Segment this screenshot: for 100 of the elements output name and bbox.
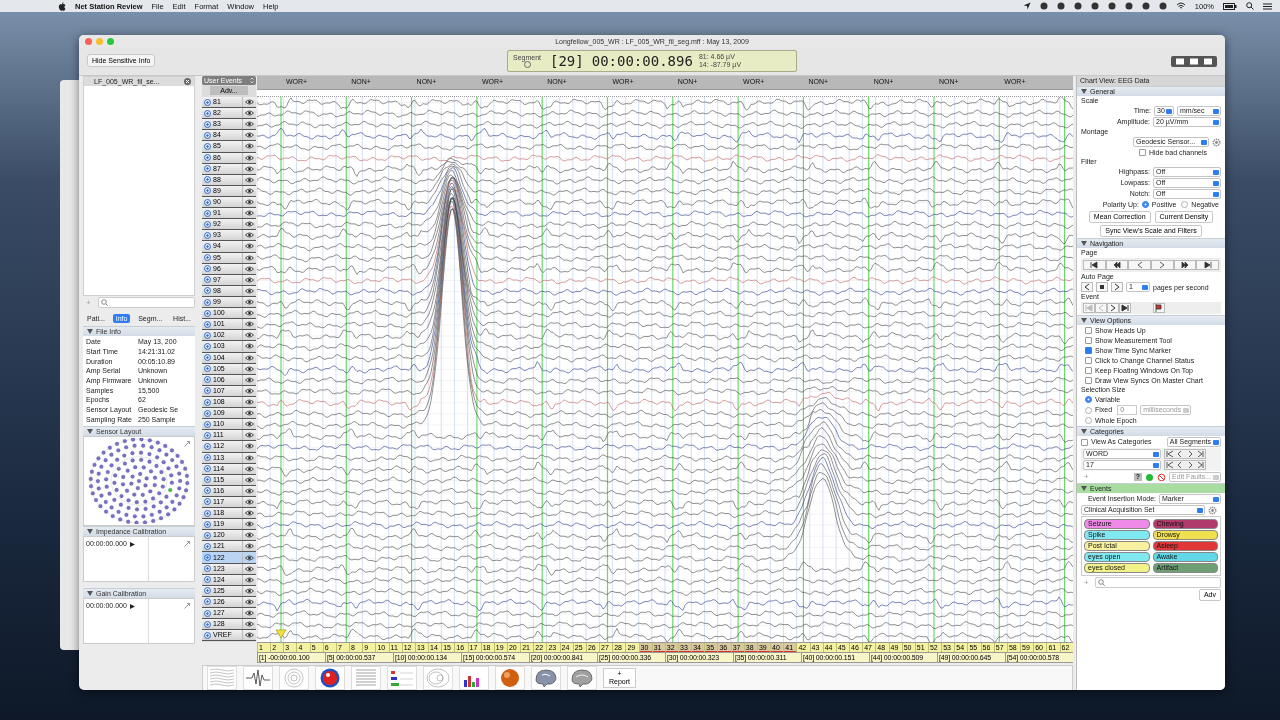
page-nav-button[interactable] bbox=[1173, 260, 1197, 270]
eye-icon[interactable] bbox=[245, 632, 254, 639]
category-nav-control[interactable] bbox=[1164, 449, 1206, 459]
eye-icon[interactable] bbox=[245, 299, 254, 305]
brain-icon[interactable] bbox=[531, 665, 561, 690]
eye-icon[interactable] bbox=[245, 476, 254, 483]
disclosure-triangle-icon[interactable] bbox=[87, 429, 93, 434]
eye-icon[interactable] bbox=[245, 465, 254, 472]
eye-icon[interactable] bbox=[245, 99, 254, 106]
previous-button[interactable] bbox=[1081, 282, 1093, 292]
next-button[interactable] bbox=[1111, 282, 1123, 292]
eye-icon[interactable] bbox=[245, 287, 254, 294]
eye-icon[interactable] bbox=[245, 187, 254, 194]
eye-icon[interactable] bbox=[245, 110, 254, 117]
time-sync-marker-icon[interactable] bbox=[275, 629, 287, 639]
last-event-button[interactable] bbox=[1119, 303, 1131, 313]
checkbox[interactable] bbox=[1085, 377, 1092, 384]
eye-icon[interactable] bbox=[245, 243, 254, 250]
eye-icon[interactable] bbox=[245, 332, 254, 339]
eye-icon[interactable] bbox=[245, 265, 254, 272]
eye-icon[interactable] bbox=[245, 121, 254, 128]
apple-logo-icon[interactable] bbox=[58, 1, 66, 11]
disclosure-triangle-icon[interactable] bbox=[1081, 429, 1087, 434]
eye-icon[interactable] bbox=[245, 510, 254, 517]
eye-icon[interactable] bbox=[245, 254, 254, 261]
eye-icon[interactable] bbox=[245, 598, 254, 605]
eye-icon[interactable] bbox=[245, 310, 254, 317]
battery-icon[interactable] bbox=[1223, 2, 1237, 10]
eye-icon[interactable] bbox=[245, 221, 254, 228]
eye-icon[interactable] bbox=[245, 165, 254, 172]
checkbox[interactable] bbox=[1081, 438, 1088, 446]
page-nav-button[interactable] bbox=[1105, 260, 1129, 270]
eye-icon[interactable] bbox=[245, 454, 254, 461]
eye-icon[interactable] bbox=[245, 421, 254, 428]
category-nav-control[interactable] bbox=[1164, 460, 1206, 470]
checkbox[interactable] bbox=[1085, 367, 1092, 374]
eye-icon[interactable] bbox=[245, 543, 254, 550]
bar-chart-icon[interactable] bbox=[459, 665, 489, 690]
stop-button[interactable] bbox=[1096, 282, 1108, 292]
search-field[interactable] bbox=[1094, 577, 1221, 588]
eye-icon[interactable] bbox=[245, 199, 254, 206]
eye-icon[interactable] bbox=[245, 143, 254, 150]
eye-icon[interactable] bbox=[245, 387, 254, 394]
bar-chart-icon[interactable] bbox=[387, 665, 417, 690]
expand-icon[interactable] bbox=[184, 603, 190, 609]
eye-icon[interactable] bbox=[245, 410, 254, 417]
disclosure-triangle-icon[interactable] bbox=[87, 591, 93, 596]
eye-icon[interactable] bbox=[245, 499, 254, 505]
eye-icon[interactable] bbox=[245, 232, 254, 239]
checkbox[interactable] bbox=[1085, 357, 1092, 364]
radio-button[interactable] bbox=[1085, 396, 1092, 403]
eye-icon[interactable] bbox=[245, 621, 254, 628]
eye-icon[interactable] bbox=[245, 210, 254, 217]
brain-icon[interactable] bbox=[567, 665, 597, 690]
view-mode-control[interactable] bbox=[1171, 56, 1217, 67]
checkbox[interactable] bbox=[1139, 149, 1146, 156]
eye-icon[interactable] bbox=[245, 432, 254, 439]
play-icon[interactable] bbox=[129, 542, 135, 547]
disclosure-triangle-icon[interactable] bbox=[1081, 241, 1087, 246]
disclosure-triangle-icon[interactable] bbox=[1081, 318, 1087, 323]
disclosure-triangle-icon[interactable] bbox=[1081, 486, 1087, 491]
page-nav-button[interactable] bbox=[1196, 260, 1220, 270]
eye-icon[interactable] bbox=[245, 554, 254, 561]
waveform-icon[interactable] bbox=[243, 665, 273, 690]
eye-icon[interactable] bbox=[245, 321, 254, 328]
next-event-button[interactable] bbox=[1107, 303, 1119, 313]
flag-button[interactable] bbox=[1153, 303, 1165, 313]
checkbox[interactable] bbox=[1085, 337, 1092, 344]
eye-icon[interactable] bbox=[245, 376, 254, 383]
disclosure-triangle-icon[interactable] bbox=[87, 529, 93, 534]
expand-icon[interactable] bbox=[184, 541, 190, 547]
search-icon[interactable] bbox=[1246, 2, 1254, 10]
checkbox[interactable] bbox=[1085, 327, 1092, 334]
radio-button[interactable] bbox=[1085, 406, 1092, 414]
location-arrow-icon[interactable] bbox=[1022, 2, 1031, 10]
eye-icon[interactable] bbox=[245, 610, 254, 617]
eye-icon[interactable] bbox=[245, 521, 254, 528]
eye-icon[interactable] bbox=[245, 587, 254, 594]
checkbox[interactable] bbox=[1085, 347, 1092, 354]
eye-icon[interactable] bbox=[245, 154, 254, 161]
eye-icon[interactable] bbox=[245, 343, 254, 350]
eye-icon[interactable] bbox=[245, 532, 254, 539]
disclosure-triangle-icon[interactable] bbox=[87, 329, 93, 334]
gear-icon[interactable] bbox=[1212, 137, 1221, 147]
eye-icon[interactable] bbox=[245, 399, 254, 405]
eye-icon[interactable] bbox=[245, 354, 254, 361]
radio-button[interactable] bbox=[1085, 417, 1092, 424]
radio-button[interactable] bbox=[1181, 201, 1189, 208]
prohibited-icon[interactable] bbox=[1157, 472, 1167, 482]
menu-icon[interactable] bbox=[1263, 2, 1272, 10]
eye-icon[interactable] bbox=[245, 276, 254, 283]
gear-icon[interactable] bbox=[1208, 505, 1217, 515]
eye-icon[interactable] bbox=[245, 565, 254, 572]
disclosure-triangle-icon[interactable] bbox=[1081, 89, 1087, 94]
page-nav-button[interactable] bbox=[1083, 260, 1106, 270]
status-dot-icon[interactable] bbox=[1145, 472, 1155, 482]
play-icon[interactable] bbox=[129, 604, 135, 609]
eye-icon[interactable] bbox=[245, 576, 254, 583]
close-icon[interactable] bbox=[184, 78, 191, 85]
eye-icon[interactable] bbox=[245, 365, 254, 372]
